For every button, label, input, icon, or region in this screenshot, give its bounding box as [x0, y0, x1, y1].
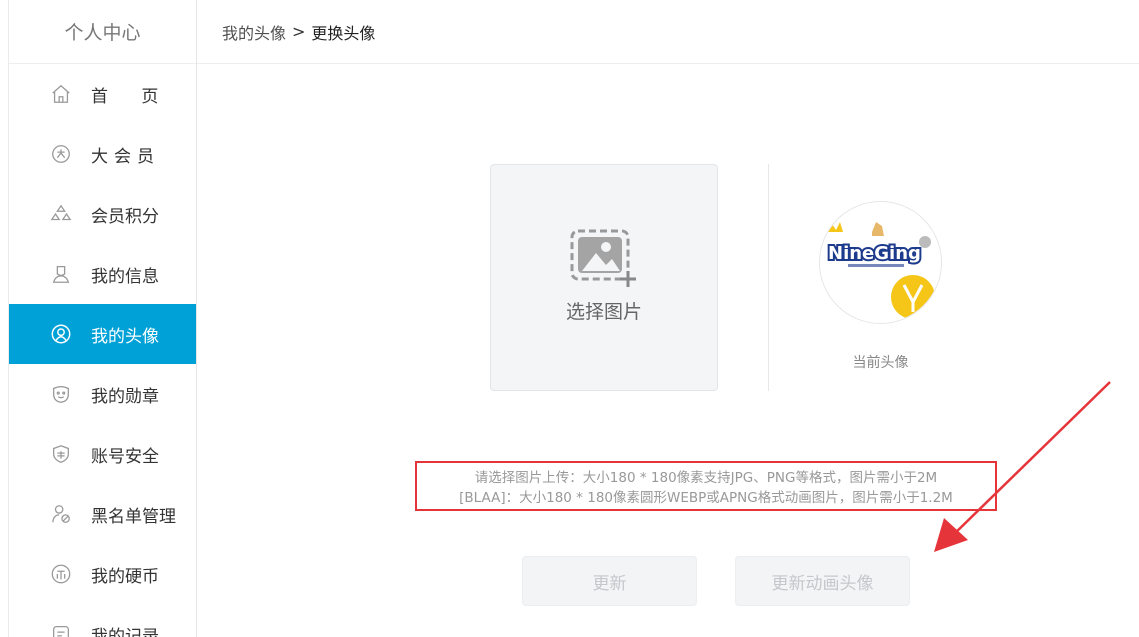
sidebar-item-label: 我的信息 [91, 266, 159, 287]
avatar-logo: NineGing NineGing [820, 202, 941, 323]
shield-icon [49, 442, 73, 466]
sidebar-item-label: 会员积分 [91, 206, 159, 227]
blacklist-icon [49, 502, 73, 526]
sidebar-item-home[interactable]: 首 页 [9, 64, 196, 124]
current-avatar-caption: 当前头像 [852, 355, 909, 371]
upload-notice: 请选择图片上传：大小180 * 180像素支持JPG、PNG等格式，图片需小于2… [415, 461, 997, 511]
sidebar-item-label: 我的硬币 [91, 566, 159, 587]
sidebar-item-avatar[interactable]: 我的头像 [9, 304, 196, 364]
update-button[interactable]: 更新 [522, 556, 697, 606]
sidebar-item-label: 我的头像 [91, 326, 159, 347]
avatar-icon [49, 322, 73, 346]
points-icon [49, 202, 73, 226]
sidebar: 个人中心 首 页 大会员 会员积分 我的信息 我的头像 我的勋章 账号安全 黑名… [8, 0, 197, 637]
current-avatar-image: NineGing NineGing [819, 201, 942, 324]
sidebar-item-label: 我的记录 [91, 626, 159, 637]
record-icon [49, 622, 73, 637]
sidebar-title: 个人中心 [9, 0, 196, 64]
breadcrumb: 我的头像 > 更换头像 [197, 0, 1139, 64]
sidebar-item-label: 账号安全 [91, 446, 159, 467]
medal-icon [49, 382, 73, 406]
annotation-arrow [934, 381, 1111, 552]
sidebar-item-medal[interactable]: 我的勋章 [9, 364, 196, 424]
select-image-label: 选择图片 [565, 301, 642, 323]
coin-icon [49, 562, 73, 586]
breadcrumb-parent[interactable]: 我的头像 [222, 20, 286, 44]
sidebar-item-label: 首 页 [91, 86, 173, 107]
sidebar-item-record[interactable]: 我的记录 [9, 604, 196, 637]
vip-icon [49, 142, 73, 166]
sidebar-item-blacklist[interactable]: 黑名单管理 [9, 484, 196, 544]
sidebar-item-points[interactable]: 会员积分 [9, 184, 196, 244]
divider [768, 164, 769, 391]
sidebar-item-vip[interactable]: 大会员 [9, 124, 196, 184]
user-info-icon [49, 262, 73, 286]
sidebar-item-label: 黑名单管理 [91, 506, 176, 527]
svg-text:NineGing: NineGing [828, 243, 921, 264]
select-image-button[interactable]: 选择图片 [490, 164, 718, 391]
sidebar-item-label: 我的勋章 [91, 386, 159, 407]
add-image-icon [570, 229, 636, 287]
notice-line-2: [BLAA]：大小180 * 180像素圆形WEBP或APNG格式动画图片，图片… [459, 490, 953, 506]
breadcrumb-separator: > [292, 22, 306, 41]
sidebar-item-label: 大会员 [91, 146, 160, 167]
home-icon [49, 82, 73, 106]
update-animated-avatar-button[interactable]: 更新动画头像 [735, 556, 910, 606]
sidebar-item-security[interactable]: 账号安全 [9, 424, 196, 484]
sidebar-item-coin[interactable]: 我的硬币 [9, 544, 196, 604]
sidebar-item-user-info[interactable]: 我的信息 [9, 244, 196, 304]
breadcrumb-current: 更换头像 [311, 23, 376, 43]
notice-line-1: 请选择图片上传：大小180 * 180像素支持JPG、PNG等格式，图片需小于2… [474, 470, 938, 486]
